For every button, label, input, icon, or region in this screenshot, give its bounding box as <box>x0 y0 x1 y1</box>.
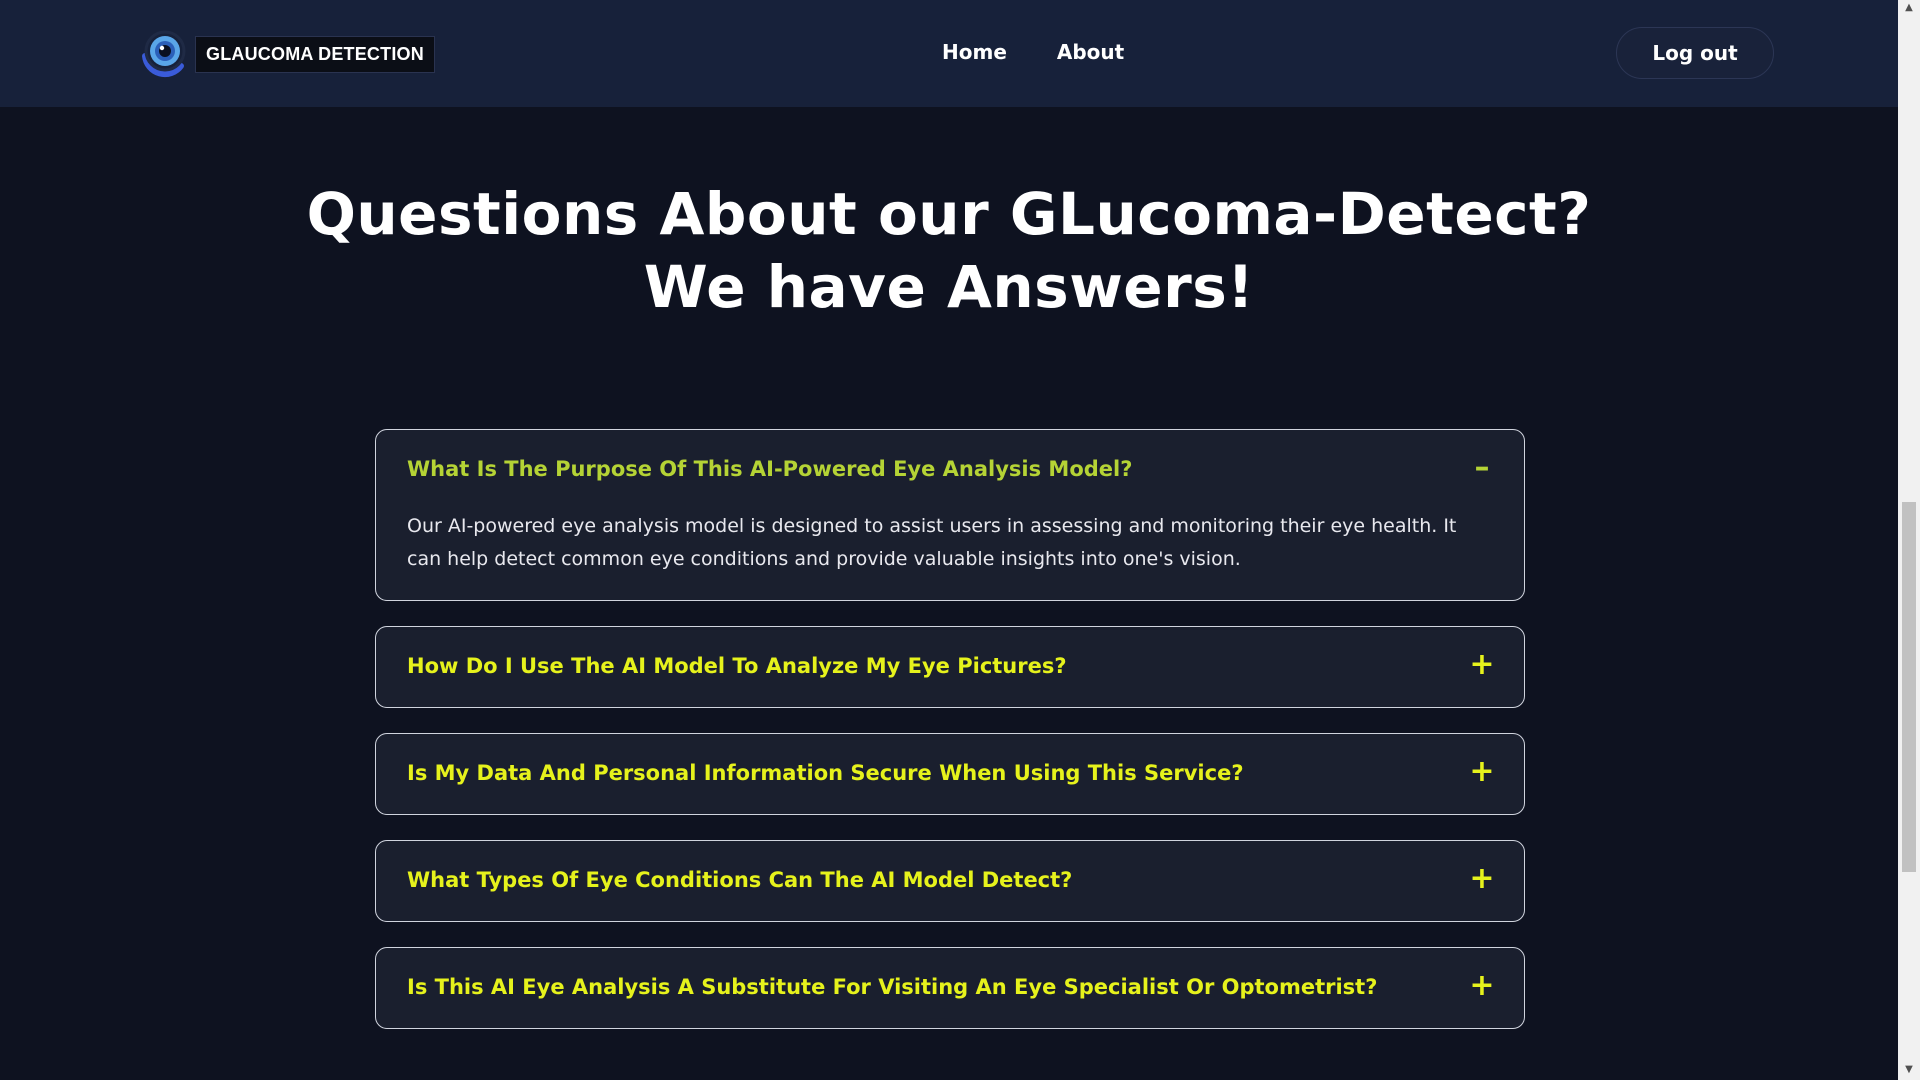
minus-icon[interactable]: – <box>1468 453 1496 483</box>
nav-links: Home About <box>942 40 1124 64</box>
plus-icon[interactable]: + <box>1468 757 1496 787</box>
eye-logo-icon <box>142 30 186 78</box>
page-title-line-1: Questions About our GLucoma-Detect? <box>306 180 1592 248</box>
plus-icon[interactable]: + <box>1468 864 1496 894</box>
faq-question-1[interactable]: What Is The Purpose Of This AI-Powered E… <box>407 457 1132 481</box>
faq-question-3[interactable]: Is My Data And Personal Information Secu… <box>407 761 1244 785</box>
page-title: Questions About our GLucoma-Detect? We h… <box>0 178 1898 324</box>
faq-item-4[interactable]: What Types Of Eye Conditions Can The AI … <box>375 840 1525 922</box>
faq-item-1[interactable]: What Is The Purpose Of This AI-Powered E… <box>375 429 1525 601</box>
faq-question-2[interactable]: How Do I Use The AI Model To Analyze My … <box>407 654 1067 678</box>
faq-item-2[interactable]: How Do I Use The AI Model To Analyze My … <box>375 626 1525 708</box>
nav-home-link[interactable]: Home <box>942 40 1007 64</box>
brand-logo[interactable]: GLAUCOMA DETECTION <box>135 28 435 80</box>
faq-item-5[interactable]: Is This AI Eye Analysis A Substitute For… <box>375 947 1525 1029</box>
nav-about-link[interactable]: About <box>1057 40 1124 64</box>
scrollbar-thumb[interactable] <box>1902 502 1916 872</box>
faq-item-3[interactable]: Is My Data And Personal Information Secu… <box>375 733 1525 815</box>
brand-name: GLAUCOMA DETECTION <box>195 35 435 73</box>
page-title-line-2: We have Answers! <box>643 253 1255 321</box>
scroll-down-arrow-icon[interactable]: ▼ <box>1903 1064 1915 1076</box>
vertical-scrollbar[interactable]: ▲ ▼ <box>1898 0 1920 1080</box>
plus-icon[interactable]: + <box>1468 650 1496 680</box>
logout-button[interactable]: Log out <box>1616 27 1774 79</box>
faq-answer-1: Our AI-powered eye analysis model is des… <box>407 515 1457 570</box>
plus-icon[interactable]: + <box>1468 971 1496 1001</box>
navbar: GLAUCOMA DETECTION Home About Log out <box>0 0 1898 107</box>
faq-question-5[interactable]: Is This AI Eye Analysis A Substitute For… <box>407 975 1377 999</box>
scroll-up-arrow-icon[interactable]: ▲ <box>1903 2 1915 14</box>
faq-question-4[interactable]: What Types Of Eye Conditions Can The AI … <box>407 868 1072 892</box>
